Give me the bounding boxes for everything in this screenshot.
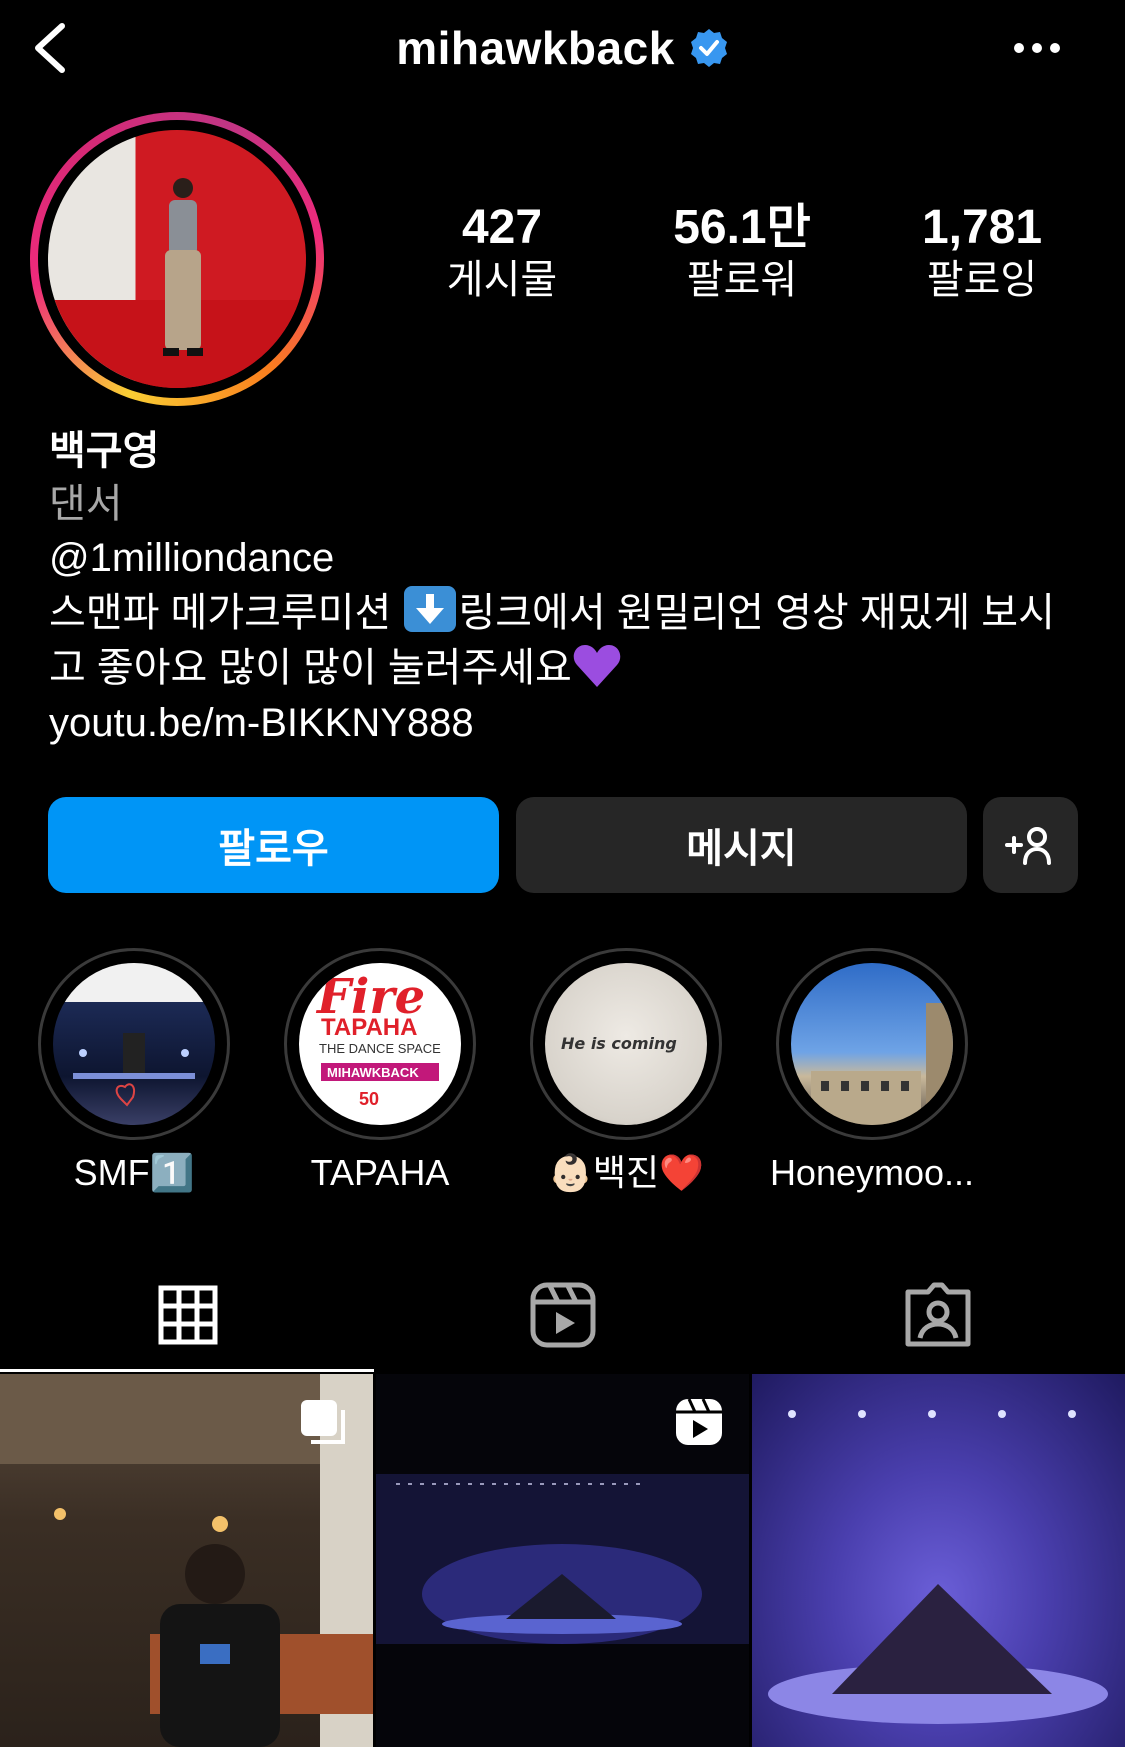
followers-count: 56.1만: [673, 201, 811, 254]
crew-performance-photo: [768, 1410, 1108, 1724]
poster-tapaha-text: TAPAHA: [321, 1014, 417, 1041]
poster-dance-space-text: THE DANCE SPACE: [319, 1041, 441, 1056]
category-label: 댄서: [49, 482, 123, 526]
stage-graphic: [73, 1033, 195, 1107]
highlight-label-tapaha: TAPAHA: [310, 1152, 450, 1193]
followers-label: 팔로워: [686, 258, 798, 302]
highlight-cover-tapaha: Fire TAPAHA THE DANCE SPACE MIHAWKBACK 5…: [299, 963, 461, 1125]
bio-line-2: 고 좋아요 많이 많이 눌러주세요: [49, 641, 1089, 696]
active-tab-indicator: [0, 1369, 374, 1372]
more-horizontal-icon: [1014, 43, 1060, 53]
down-arrow-emoji-icon: [404, 586, 457, 632]
highlight-ring: [776, 948, 968, 1140]
suggest-users-button[interactable]: [983, 797, 1078, 893]
post-grid: [0, 1374, 1125, 1747]
bio-line-1: 스맨파 메가크루미션 링크에서 원밀리언 영상 재밌게 보시: [49, 586, 1089, 641]
highlight-baekjin[interactable]: He is coming 👶🏻백진❤️: [500, 948, 746, 1198]
highlight-label-honeymoon: Honeymoo...: [769, 1152, 975, 1193]
profile-bio: 백구영 댄서 @1milliondance 스맨파 메가크루미션 링크에서 원밀…: [49, 425, 1089, 751]
followers-stat[interactable]: 56.1만 팔로워: [642, 200, 842, 304]
reel-badge-icon: [676, 1398, 722, 1445]
display-name: 백구영: [49, 429, 160, 473]
following-label: 팔로잉: [926, 258, 1038, 302]
website-link[interactable]: youtu.be/m-BIKKNY888: [49, 696, 1089, 751]
following-stat[interactable]: 1,781 팔로잉: [882, 200, 1082, 304]
bio-text-2: 고 좋아요 많이 많이 눌러주세요: [49, 646, 572, 690]
poster-50-text: 50: [359, 1089, 379, 1109]
highlight-label-smf: SMF1️⃣: [73, 1152, 195, 1193]
username-title: mihawkback: [396, 22, 675, 74]
highlight-honeymoon[interactable]: Honeymoo...: [746, 948, 992, 1198]
coming-text: He is coming: [561, 1034, 677, 1053]
posts-count: 427: [461, 201, 543, 254]
highlight-cover-smf: [53, 963, 215, 1125]
highlight-cover-baekjin: He is coming: [545, 963, 707, 1125]
purple-heart-icon: [573, 645, 621, 687]
highlight-tapaha[interactable]: Fire TAPAHA THE DANCE SPACE MIHAWKBACK 5…: [254, 948, 500, 1198]
tapaha-poster: Fire TAPAHA THE DANCE SPACE MIHAWKBACK 5…: [315, 969, 441, 1109]
highlight-ring: Fire TAPAHA THE DANCE SPACE MIHAWKBACK 5…: [284, 948, 476, 1140]
highlight-label-baekjin: 👶🏻백진❤️: [548, 1152, 704, 1193]
story-ring[interactable]: [30, 112, 324, 406]
profile-header: mihawkback: [0, 0, 1125, 100]
post-thumbnail-3[interactable]: [752, 1374, 1125, 1747]
mention-link[interactable]: @1milliondance: [49, 531, 1089, 586]
posts-stat[interactable]: 427 게시물: [402, 200, 602, 304]
reels-icon: [530, 1282, 595, 1348]
more-options-button[interactable]: [1009, 26, 1065, 70]
username-title-group: mihawkback: [0, 18, 1125, 78]
highlight-ring: He is coming: [530, 948, 722, 1140]
coming-text-graphic: He is coming: [561, 1034, 677, 1053]
profile-tabs: [0, 1255, 1125, 1375]
avatar[interactable]: [48, 130, 306, 388]
tab-tagged[interactable]: [750, 1255, 1125, 1375]
person-figure: [163, 178, 203, 356]
following-count: 1,781: [921, 201, 1043, 254]
carousel-icon: [301, 1400, 345, 1444]
bio-text-1b: 링크에서 원밀리언 영상 재밌게 보시: [458, 591, 1055, 635]
follow-button[interactable]: 팔로우: [48, 797, 499, 893]
poster-mihawkback-text: MIHAWKBACK: [327, 1065, 419, 1080]
add-user-icon: [1004, 827, 1051, 865]
verified-badge-icon: [690, 29, 727, 67]
tagged-user-icon: [905, 1282, 970, 1347]
highlight-smf[interactable]: SMF1️⃣: [8, 948, 254, 1198]
posts-label: 게시물: [446, 258, 558, 302]
highlight-ring: [38, 948, 230, 1140]
bio-text-1a: 스맨파 메가크루미션: [49, 591, 403, 635]
profile-stats: 427 게시물 56.1만 팔로워 1,781 팔로잉: [390, 200, 1110, 310]
highlight-cover-honeymoon: [791, 963, 953, 1125]
message-button[interactable]: 메시지: [516, 797, 967, 893]
grid-icon: [158, 1285, 217, 1345]
post-thumbnail-2[interactable]: [376, 1374, 749, 1747]
post-thumbnail-1[interactable]: [0, 1374, 373, 1747]
tab-reels[interactable]: [375, 1255, 750, 1375]
building-graphic: [811, 1003, 953, 1125]
tab-grid[interactable]: [0, 1255, 375, 1375]
